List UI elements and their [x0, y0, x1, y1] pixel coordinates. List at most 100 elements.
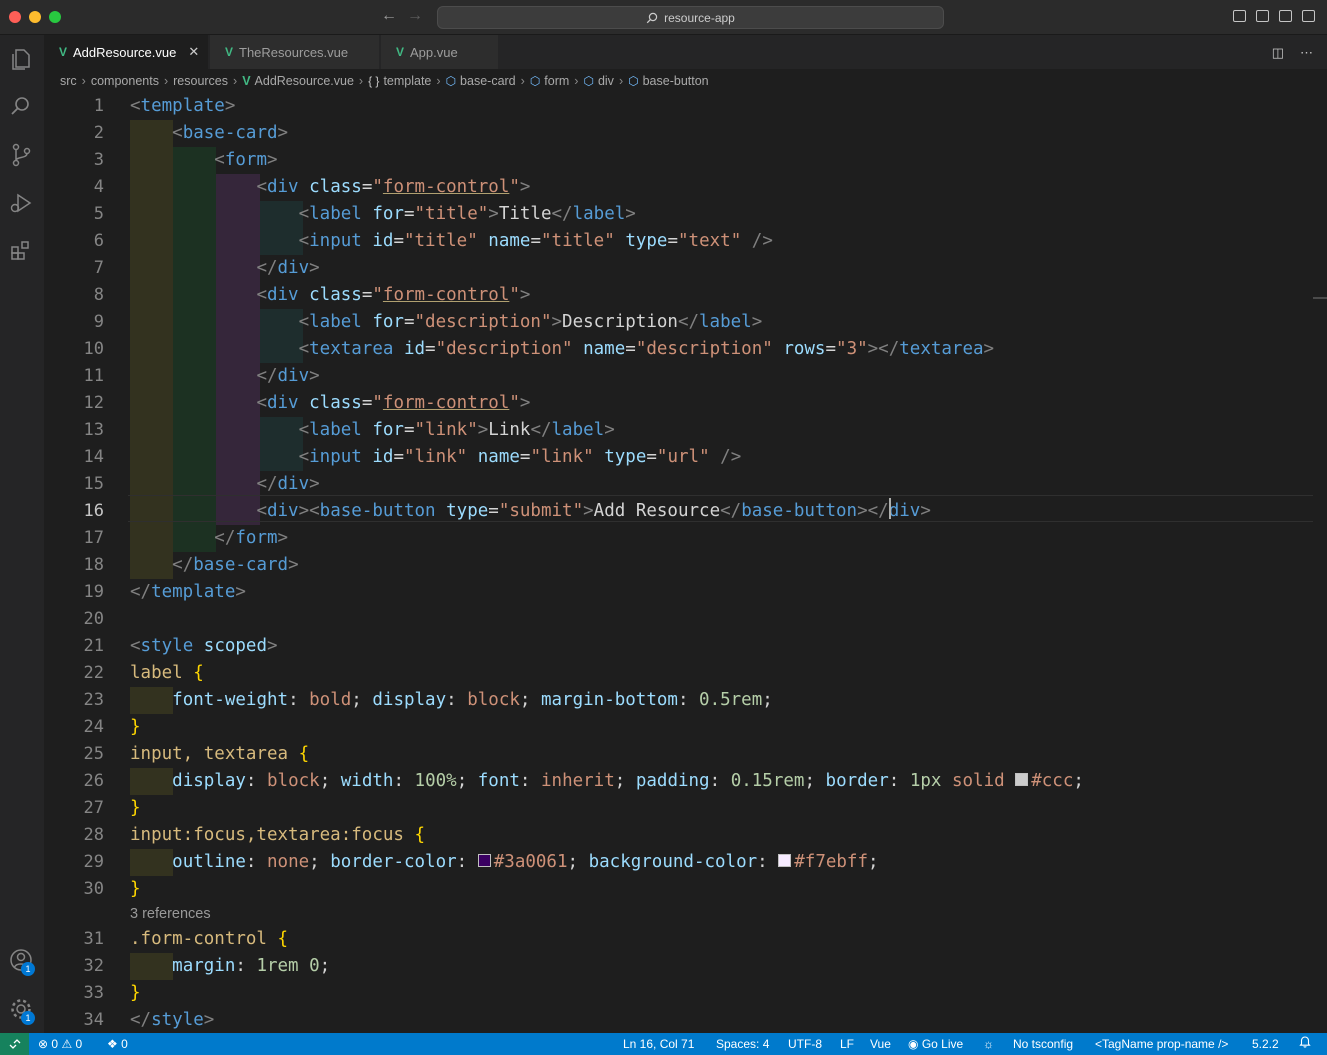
cursor-position[interactable]: Ln 16, Col 71: [623, 1033, 694, 1055]
overview-ruler-mark: [1313, 297, 1327, 299]
command-center-text: resource-app: [664, 10, 735, 25]
go-forward-button[interactable]: →: [407, 7, 423, 25]
codelens-references[interactable]: 3 references: [130, 904, 211, 924]
code-line: <div class="form-control">: [256, 177, 531, 197]
extensions-icon[interactable]: [7, 237, 35, 265]
breadcrumb-item[interactable]: template: [383, 74, 431, 88]
vue-file-icon: V: [59, 45, 68, 59]
breadcrumb-item[interactable]: AddResource.vue: [255, 74, 354, 88]
run-debug-icon[interactable]: [7, 189, 35, 217]
language-mode[interactable]: Vue: [870, 1033, 891, 1055]
vue-settings-icon[interactable]: ☼: [983, 1033, 994, 1055]
search-icon[interactable]: [7, 93, 35, 121]
code-line: <textarea id="description" name="descrip…: [298, 339, 995, 359]
close-icon[interactable]: ✕: [188, 44, 199, 60]
braces-icon: { }: [368, 74, 380, 88]
code-line: <style scoped>: [130, 636, 278, 656]
editor-actions: ◫ ⋯: [1272, 45, 1313, 61]
ports-indicator[interactable]: ❖ 0: [107, 1033, 128, 1055]
code-line: }: [130, 798, 141, 818]
code-line: }: [130, 879, 141, 899]
remote-indicator[interactable]: [0, 1033, 29, 1055]
code-line: <div class="form-control">: [256, 285, 531, 305]
line-number: 14: [83, 447, 104, 467]
code-line: </div>: [256, 474, 320, 494]
line-number: 6: [93, 231, 104, 251]
line-number: 1: [93, 96, 104, 116]
problems-indicator[interactable]: ⊗ 0 ⚠ 0: [38, 1033, 82, 1055]
code-line: <label for="description">Description</la…: [298, 312, 763, 332]
split-editor-icon[interactable]: ◫: [1272, 45, 1284, 61]
breadcrumb-item[interactable]: src: [60, 74, 77, 88]
code-line: </div>: [256, 258, 320, 278]
broadcast-icon: ◉: [908, 1037, 919, 1051]
tab-label: TheResources.vue: [239, 44, 349, 60]
line-number: 24: [83, 717, 104, 737]
code-line: }: [130, 717, 141, 737]
breadcrumb-item[interactable]: resources: [173, 74, 228, 88]
layout-controls: [1233, 10, 1315, 22]
color-swatch[interactable]: [778, 853, 792, 867]
line-number: 19: [83, 582, 104, 602]
code-line: }: [130, 983, 141, 1003]
line-number: 12: [83, 393, 104, 413]
code-line: </base-card>: [172, 555, 299, 575]
end-of-line[interactable]: LF: [840, 1033, 854, 1055]
code-line: <form>: [214, 150, 278, 170]
code-line: <base-card>: [172, 123, 289, 143]
code-line: </style>: [130, 1010, 215, 1030]
breadcrumb-item[interactable]: form: [544, 74, 569, 88]
color-swatch[interactable]: [1015, 772, 1029, 786]
vue-file-icon: V: [396, 45, 405, 59]
tab-theresources-vue[interactable]: V TheResources.vue: [210, 35, 380, 69]
typescript-version[interactable]: 5.2.2: [1252, 1033, 1279, 1055]
tab-addresource-vue[interactable]: V AddResource.vue ✕: [44, 35, 209, 69]
line-number: 34: [83, 1010, 104, 1030]
source-control-icon[interactable]: [7, 141, 35, 169]
element-icon: ⬡: [529, 74, 541, 88]
vue-file-icon: V: [225, 45, 234, 59]
line-number-current: 16: [83, 501, 104, 521]
breadcrumb-item[interactable]: base-card: [460, 74, 516, 88]
notifications-bell-icon[interactable]: [1299, 1033, 1311, 1055]
line-number: 23: [83, 690, 104, 710]
breadcrumb-item[interactable]: base-button: [643, 74, 709, 88]
toggle-primary-sidebar-icon[interactable]: [1233, 10, 1246, 22]
line-number: 4: [93, 177, 104, 197]
code-line: <input id="link" name="link" type="url" …: [298, 447, 742, 467]
window-close-button[interactable]: [9, 11, 21, 23]
tag-name-casing[interactable]: <TagName prop-name />: [1095, 1033, 1228, 1055]
breadcrumb: src › components › resources › V AddResource…: [60, 74, 709, 88]
go-live-button[interactable]: ◉ Go Live: [908, 1033, 963, 1055]
code-line: display: block; width: 100%; font: inher…: [172, 771, 1084, 791]
window-minimize-button[interactable]: [29, 11, 41, 23]
line-number: 11: [83, 366, 104, 386]
element-icon: ⬡: [445, 74, 457, 88]
go-back-button[interactable]: ←: [381, 7, 397, 25]
line-number: 15: [83, 474, 104, 494]
toggle-panel-icon[interactable]: [1256, 10, 1269, 22]
code-line: </template>: [130, 582, 246, 602]
encoding[interactable]: UTF-8: [788, 1033, 822, 1055]
tsconfig-indicator[interactable]: No tsconfig: [1013, 1033, 1073, 1055]
tab-app-vue[interactable]: V App.vue: [381, 35, 499, 69]
code-line: outline: none; border-color: #3a0061; ba…: [172, 852, 879, 872]
command-center-search[interactable]: resource-app: [437, 6, 944, 29]
color-swatch[interactable]: [477, 853, 491, 867]
code-editor[interactable]: 1 2 3 4 5 6 7 8 9 10 11 12 13 14 15 16 1…: [44, 93, 1327, 1033]
line-number-gutter: 1 2 3 4 5 6 7 8 9 10 11 12 13 14 15 16 1…: [44, 93, 104, 1033]
toggle-secondary-sidebar-icon[interactable]: [1279, 10, 1292, 22]
indentation[interactable]: Spaces: 4: [716, 1033, 769, 1055]
tab-label: AddResource.vue: [73, 44, 177, 60]
code-line: </div>: [256, 366, 320, 386]
vertical-scrollbar[interactable]: [1313, 93, 1327, 1033]
breadcrumb-item[interactable]: div: [598, 74, 614, 88]
breadcrumb-item[interactable]: components: [91, 74, 159, 88]
code-line: margin: 1rem 0;: [172, 956, 331, 976]
line-number: 10: [83, 339, 104, 359]
window-maximize-button[interactable]: [49, 11, 61, 23]
more-actions-icon[interactable]: ⋯: [1300, 45, 1313, 61]
customize-layout-icon[interactable]: [1302, 10, 1315, 22]
explorer-icon[interactable]: [7, 45, 35, 73]
code-line: label {: [130, 663, 204, 683]
